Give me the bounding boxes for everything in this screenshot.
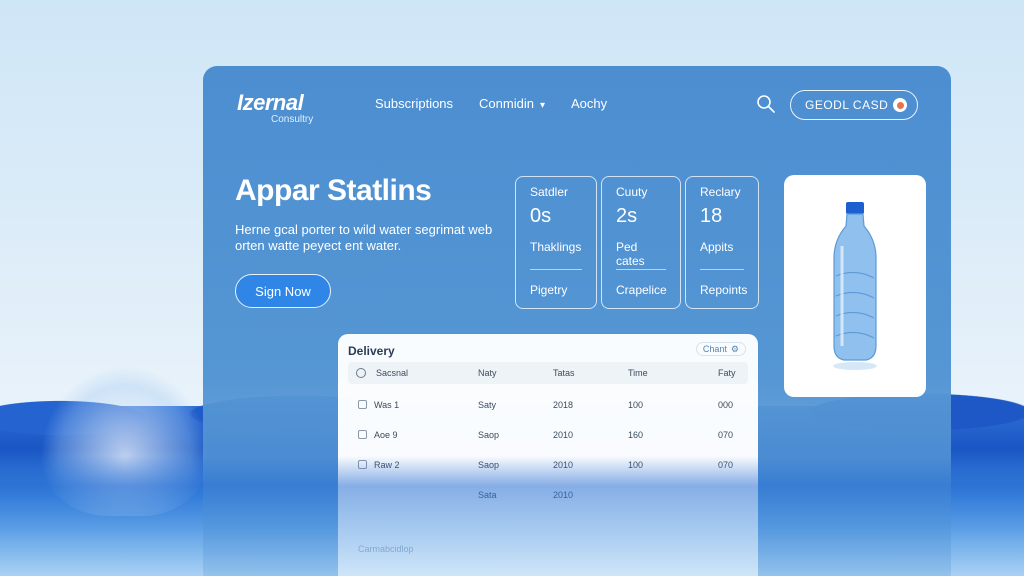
main-nav: Subscriptions Conmidin ▾ Aochy <box>375 96 607 111</box>
table-cell: Saop <box>478 430 500 440</box>
water-bottle-image <box>833 202 877 370</box>
column-header[interactable]: Sacsnal <box>376 368 408 378</box>
row-checkbox[interactable] <box>358 430 367 439</box>
table-row[interactable]: Raw 2 Saop 2010 100 070 <box>348 454 748 476</box>
chip-label: Chant <box>702 344 727 354</box>
table-cell: 000 <box>718 400 734 410</box>
hero-subtitle: Herne gcal porter to wild water segrimat… <box>235 222 493 253</box>
row-checkbox[interactable] <box>358 460 367 469</box>
stat-label: Cuuty <box>616 185 648 199</box>
table-cell: 160 <box>628 430 644 440</box>
table-header: Sacsnal Naty Tatas Time Faty <box>348 362 748 384</box>
table-cell: 2018 <box>553 400 574 410</box>
search-icon[interactable] <box>756 94 776 114</box>
stat-caption: Ped cates <box>616 240 645 268</box>
table-cell: 2010 <box>553 460 574 470</box>
stat-value: 18 <box>700 205 723 227</box>
stat-card[interactable]: Cuuty 2s Ped cates Crapelice <box>601 176 681 309</box>
hero-title: Appar Statlins <box>235 174 432 207</box>
delivery-title: Delivery <box>348 344 395 358</box>
stat-divider <box>530 269 582 270</box>
header-circle-icon <box>356 368 366 378</box>
table-cell: 070 <box>718 460 734 470</box>
column-header[interactable]: Tatas <box>553 368 575 378</box>
table-row[interactable]: Aoe 9 Saop 2010 160 070 <box>348 424 748 446</box>
nav-item-label: Conmidin <box>479 96 534 111</box>
table-cell: 100 <box>628 460 644 470</box>
stat-value: 2s <box>616 205 638 227</box>
table-cell: 100 <box>628 400 644 410</box>
stat-divider <box>700 269 744 270</box>
logo-sub: Consultry <box>271 114 314 125</box>
column-header[interactable]: Faty <box>718 368 736 378</box>
stat-card[interactable]: Reclary 18 Appits Repoints <box>685 176 759 309</box>
stat-footer: Pigetry <box>530 283 568 297</box>
table-cell: 070 <box>718 430 734 440</box>
table-cell: 2010 <box>553 490 574 500</box>
delivery-table-card: Delivery Chant ⚙ Sacsnal Naty Tatas Time… <box>338 334 758 576</box>
stat-value: 0s <box>530 205 552 227</box>
table-cell: Saty <box>478 400 497 410</box>
brand-logo[interactable]: Izernal Consultry <box>237 90 313 125</box>
table-row[interactable]: Was 1 Saty 2018 100 000 <box>348 394 748 416</box>
cta-dot-icon <box>893 98 907 112</box>
stat-footer: Crapelice <box>616 283 667 297</box>
water-splash <box>40 366 210 516</box>
product-card[interactable] <box>784 175 926 397</box>
table-cell: Sata <box>478 490 497 500</box>
chevron-down-icon: ▾ <box>539 100 545 111</box>
header-cta-label: GEODL CASD <box>805 98 889 112</box>
stat-caption: Thaklings <box>530 240 582 254</box>
settings-icon: ⚙ <box>730 343 739 354</box>
chart-chip[interactable]: Chant ⚙ <box>695 342 746 356</box>
nav-item-aochy[interactable]: Aochy <box>571 96 607 111</box>
nav-item-subscriptions[interactable]: Subscriptions <box>375 96 453 111</box>
logo-main: Izernal <box>237 90 304 115</box>
table-cell: Raw 2 <box>374 460 400 470</box>
table-cell: Aoe 9 <box>374 430 398 440</box>
table-row[interactable]: Sata 2010 <box>348 484 748 506</box>
column-header[interactable]: Naty <box>478 368 497 378</box>
table-cell: Was 1 <box>374 400 400 410</box>
stat-divider <box>616 269 666 270</box>
stat-card[interactable]: Satdler 0s Thaklings Pigetry <box>515 176 597 309</box>
table-cell: Saop <box>478 460 500 470</box>
header-cta-button[interactable]: GEODL CASD <box>790 90 918 120</box>
stat-caption: Appits <box>700 240 734 254</box>
table-cell: 2010 <box>553 430 574 440</box>
row-checkbox[interactable] <box>358 400 367 409</box>
sign-now-button[interactable]: Sign Now <box>235 274 331 308</box>
table-footer-text: Carmabcidlop <box>358 544 414 554</box>
stat-label: Reclary <box>700 185 741 199</box>
nav-item-conmidin[interactable]: Conmidin ▾ <box>479 96 545 111</box>
column-header[interactable]: Time <box>628 368 648 378</box>
stat-footer: Repoints <box>700 283 748 297</box>
stat-label: Satdler <box>530 185 569 199</box>
